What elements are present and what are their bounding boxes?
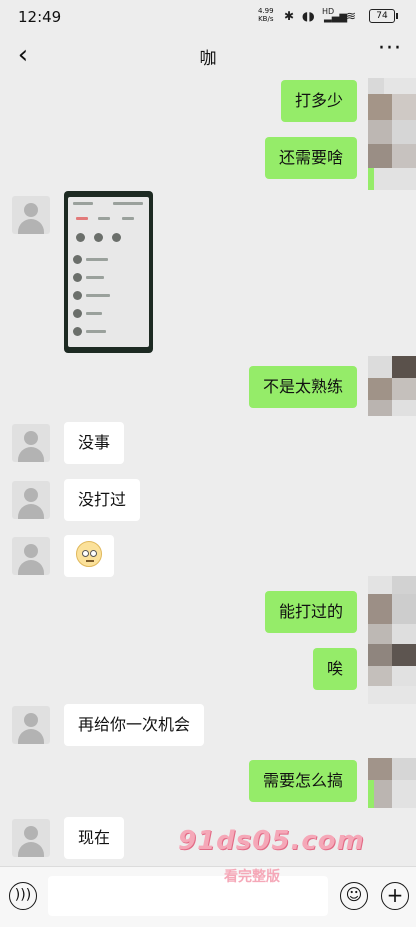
network-speed-value: 4.99 [258, 7, 274, 15]
plus-icon[interactable]: + [381, 882, 409, 910]
contact-avatar[interactable] [12, 424, 50, 462]
contact-avatar[interactable] [12, 481, 50, 519]
contact-avatar[interactable] [12, 819, 50, 857]
sender-avatar-mosaic[interactable] [368, 576, 416, 704]
sender-avatar-mosaic[interactable] [368, 758, 416, 808]
contact-avatar[interactable] [12, 537, 50, 575]
status-bar: 12:49 4.99 KB/s ✱ ◖◗ HD ▂▄▆ ≋ 74 [0, 0, 416, 34]
watermark-domain: 91ds05.com [178, 826, 365, 856]
message-bubble-received[interactable]: 现在 [64, 817, 125, 859]
wifi-icon: ≋ [346, 9, 357, 23]
contact-avatar[interactable] [12, 706, 50, 744]
message-bubble-received[interactable]: 没事 [64, 422, 125, 464]
chat-header: ‹ 咖 ··· [0, 34, 416, 78]
message-input[interactable] [48, 876, 328, 916]
message-bubble-sent[interactable]: 不是太熟练 [248, 366, 357, 408]
more-dots-icon[interactable]: ··· [378, 36, 402, 61]
message-bubble-sent[interactable]: 还需要啥 [264, 137, 357, 179]
message-bubble-received[interactable]: 没打过 [64, 479, 141, 521]
status-time: 12:49 [18, 8, 62, 26]
network-speed-unit: KB/s [258, 15, 274, 23]
battery-icon: 74 [369, 9, 398, 23]
chat-input-bar: ))) ☺ + [0, 866, 416, 927]
watermark-caption: 看完整版 [224, 869, 280, 885]
message-bubble-sent[interactable]: 打多少 [280, 80, 357, 122]
sender-avatar-mosaic[interactable] [368, 78, 416, 190]
contact-avatar[interactable] [12, 196, 50, 234]
message-bubble-received[interactable]: 再给你一次机会 [64, 704, 205, 746]
emoji-icon[interactable]: ☺ [340, 882, 368, 910]
voice-icon[interactable]: ))) [9, 882, 37, 910]
bluetooth-icon: ✱ [284, 9, 295, 23]
signal-icon: ▂▄▆ [324, 12, 348, 23]
sender-avatar-mosaic[interactable] [368, 356, 416, 416]
message-bubble-sent[interactable]: 唉 [312, 648, 357, 690]
chat-title: 咖 [199, 49, 217, 69]
network-speed: 4.99 KB/s [258, 7, 274, 23]
message-bubble-sent[interactable]: 能打过的 [264, 591, 357, 633]
message-image-screenshot[interactable] [64, 191, 153, 353]
earbuds-icon: ◖◗ [302, 9, 315, 23]
message-bubble-sent[interactable]: 需要怎么搞 [248, 760, 357, 802]
rolling-eyes-emoji-icon [76, 541, 102, 567]
